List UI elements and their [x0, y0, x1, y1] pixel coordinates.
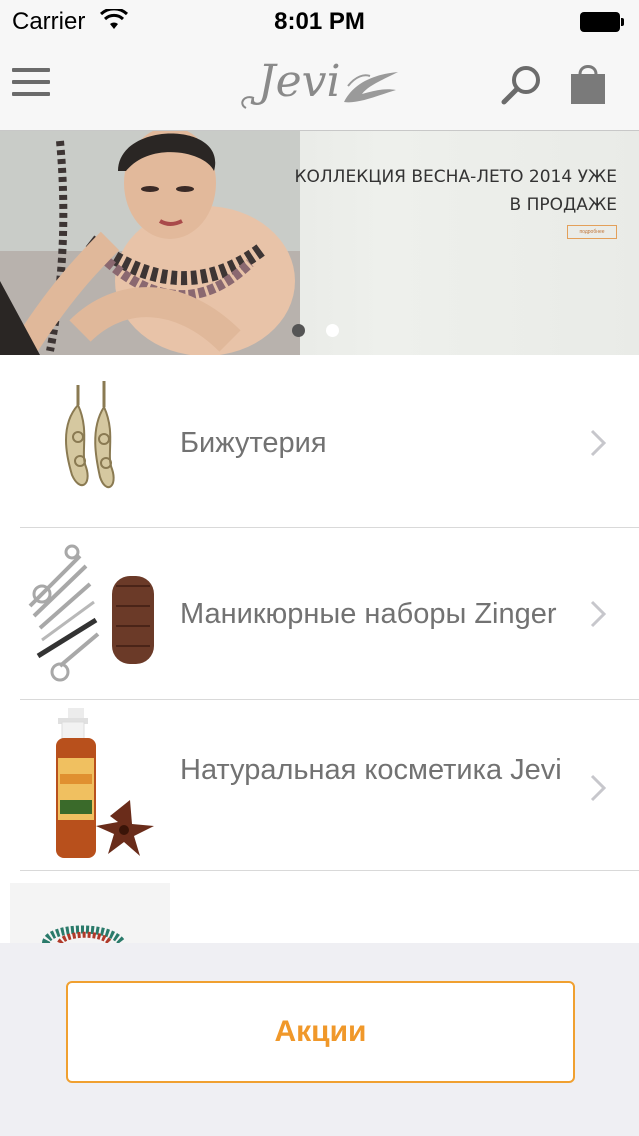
status-time: 8:01 PM — [274, 8, 365, 35]
cosmetics-bottle-image — [20, 708, 165, 862]
category-item-jewelry[interactable]: Бижутерия — [0, 355, 639, 527]
promotions-button[interactable]: Акции — [66, 981, 575, 1083]
status-bar: Carrier 8:01 PM — [0, 0, 639, 42]
category-item-accessories[interactable] — [0, 871, 639, 943]
chevron-right-icon — [590, 429, 606, 457]
svg-text:Jevi: Jevi — [250, 56, 341, 107]
shopping-bag-icon[interactable] — [566, 60, 610, 108]
manicure-set-image — [20, 536, 165, 690]
banner-title: КОЛЛЕКЦИЯ ВЕСНА-ЛЕТО 2014 УЖЕ В ПРОДАЖЕ — [294, 167, 617, 215]
banner-more-button[interactable]: подробнее — [567, 225, 617, 239]
hair-ties-image — [10, 883, 170, 943]
search-icon[interactable] — [498, 62, 546, 110]
model-photo — [0, 131, 300, 355]
battery-icon — [580, 12, 624, 32]
pager-dot[interactable] — [326, 324, 339, 337]
hamburger-menu-icon[interactable] — [12, 64, 52, 104]
category-item-manicure[interactable]: Маникюрные наборы Zinger — [0, 528, 639, 698]
promo-banner[interactable]: КОЛЛЕКЦИЯ ВЕСНА-ЛЕТО 2014 УЖЕ В ПРОДАЖЕ … — [0, 131, 639, 355]
pager-dot-active[interactable] — [292, 324, 305, 337]
earrings-image — [20, 375, 165, 505]
jevi-logo: Jevi — [241, 56, 398, 109]
category-item-cosmetics[interactable]: Натуральная косметика Jevi — [0, 700, 639, 870]
nav-bar: Jevi — [0, 42, 639, 131]
category-label: Бижутерия — [180, 427, 327, 459]
category-label: Натуральная косметика Jevi — [180, 754, 562, 786]
bottom-bar: Акции — [0, 943, 639, 1136]
category-label: Маникюрные наборы Zinger — [180, 598, 557, 630]
chevron-right-icon — [590, 600, 606, 628]
chevron-right-icon — [590, 774, 606, 802]
